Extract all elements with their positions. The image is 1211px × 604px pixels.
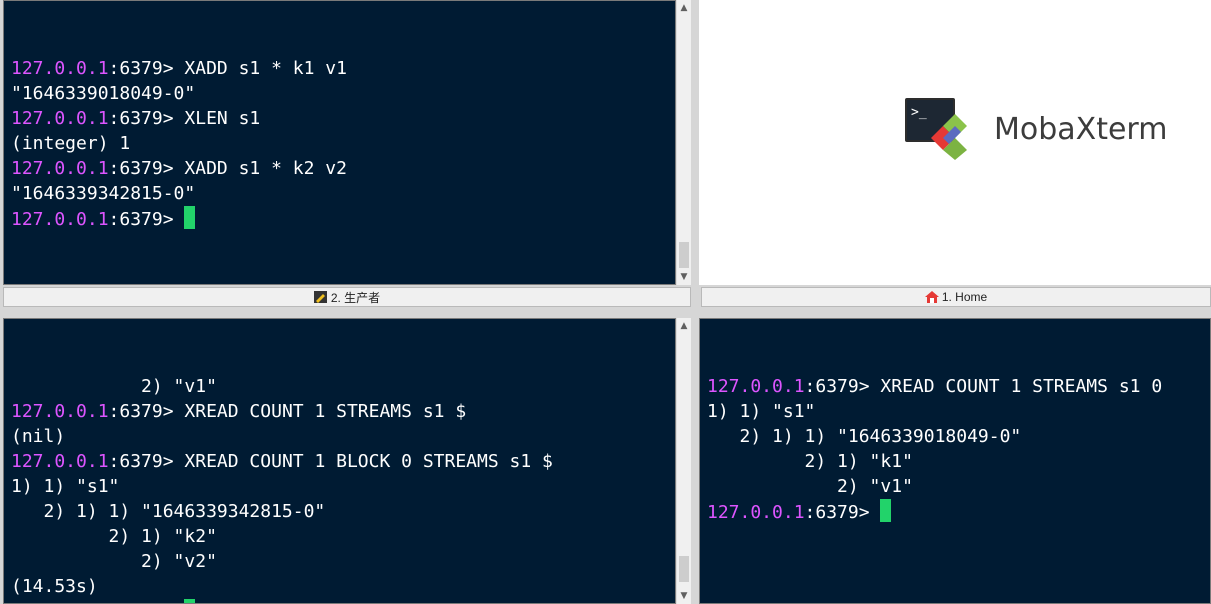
prompt-command: :6379> XADD s1 * k1 v1 bbox=[108, 58, 347, 79]
prompt-command: :6379> XREAD COUNT 1 BLOCK 0 STREAMS s1 … bbox=[108, 451, 553, 472]
pen-icon bbox=[313, 291, 327, 303]
tab-label: 1. Home bbox=[941, 290, 988, 304]
scroll-thumb[interactable] bbox=[679, 242, 689, 268]
prompt-command: :6379> XREAD COUNT 1 STREAMS s1 0 bbox=[804, 376, 1163, 397]
terminal-line: 127.0.0.1:6379> XREAD COUNT 1 STREAMS s1… bbox=[11, 399, 675, 424]
terminal-cursor[interactable] bbox=[184, 206, 196, 229]
command-output: 2) "v2" bbox=[11, 551, 217, 572]
command-output: 2) 1) 1) "1646339342815-0" bbox=[11, 501, 326, 522]
terminal-line: 127.0.0.1:6379> bbox=[707, 499, 1210, 524]
command-output: 2) 1) 1) "1646339018049-0" bbox=[707, 426, 1022, 447]
prompt-command: :6379> XLEN s1 bbox=[108, 108, 261, 129]
terminal-line: 127.0.0.1:6379> XLEN s1 bbox=[11, 106, 675, 131]
home-icon bbox=[924, 291, 939, 303]
prompt-command: :6379> XREAD COUNT 1 STREAMS s1 $ bbox=[108, 401, 467, 422]
terminal-line: (14.53s) bbox=[11, 574, 675, 599]
terminal-pane-consumer-2[interactable]: 127.0.0.1:6379> XREAD COUNT 1 STREAMS s1… bbox=[699, 318, 1211, 604]
terminal-line: 127.0.0.1:6379> bbox=[11, 206, 675, 231]
prompt-host: 127.0.0.1 bbox=[11, 451, 109, 472]
terminal-cursor[interactable] bbox=[880, 499, 892, 522]
scroll-down-arrow-icon[interactable]: ▼ bbox=[677, 588, 691, 604]
terminal-line: 1) 1) "s1" bbox=[707, 399, 1210, 424]
svg-text:>_: >_ bbox=[911, 105, 927, 120]
terminal-pane-consumer-1[interactable]: 2) "v1" 127.0.0.1:6379> XREAD COUNT 1 STR… bbox=[3, 318, 691, 604]
terminal-output[interactable]: 127.0.0.1:6379> XREAD COUNT 1 STREAMS s1… bbox=[699, 318, 1211, 604]
terminal-line: (nil) bbox=[11, 424, 675, 449]
tab-home[interactable]: 1. Home bbox=[701, 287, 1211, 307]
scroll-up-arrow-icon[interactable]: ▲ bbox=[677, 0, 691, 16]
terminal-line: 127.0.0.1:6379> XADD s1 * k1 v1 bbox=[11, 56, 675, 81]
command-output: (nil) bbox=[11, 426, 66, 447]
prompt-host: 127.0.0.1 bbox=[11, 401, 109, 422]
mobaxterm-logo: >_ MobaXterm bbox=[905, 98, 1167, 160]
command-output: 2) "v1" bbox=[707, 476, 913, 497]
scrollbar[interactable]: ▲ ▼ bbox=[676, 318, 691, 604]
scrollbar[interactable]: ▲ ▼ bbox=[676, 0, 691, 285]
terminal-line: 2) 1) 1) "1646339018049-0" bbox=[707, 424, 1210, 449]
terminal-output[interactable]: 2) "v1" 127.0.0.1:6379> XREAD COUNT 1 STR… bbox=[3, 318, 676, 604]
terminal-line: 2) 1) 1) "1646339342815-0" bbox=[11, 499, 675, 524]
prompt-host: 127.0.0.1 bbox=[11, 158, 109, 179]
terminal-lines: 127.0.0.1:6379> XREAD COUNT 1 STREAMS s1… bbox=[707, 374, 1210, 524]
terminal-line: 127.0.0.1:6379> bbox=[11, 599, 675, 603]
tab-producer[interactable]: 2. 生产者 bbox=[3, 287, 691, 307]
prompt-host: 127.0.0.1 bbox=[11, 108, 109, 129]
terminal-line: 1) 1) "s1" bbox=[11, 474, 675, 499]
terminal-line: 127.0.0.1:6379> XREAD COUNT 1 BLOCK 0 ST… bbox=[11, 449, 675, 474]
terminal-line: 2) "v2" bbox=[11, 549, 675, 574]
command-output: 2) 1) "k1" bbox=[707, 451, 913, 472]
prompt-command: :6379> XADD s1 * k2 v2 bbox=[108, 158, 347, 179]
prompt-host: 127.0.0.1 bbox=[11, 209, 109, 230]
command-output: (14.53s) bbox=[11, 576, 98, 597]
terminal-cursor[interactable] bbox=[184, 599, 196, 603]
terminal-line: 2) "v1" bbox=[11, 374, 675, 399]
command-output: "1646339018049-0" bbox=[11, 83, 196, 104]
terminal-lines: 2) "v1" 127.0.0.1:6379> XREAD COUNT 1 STR… bbox=[11, 374, 675, 603]
terminal-line: (integer) 1 bbox=[11, 131, 675, 156]
terminal-lines: 127.0.0.1:6379> XADD s1 * k1 v1 "16463390… bbox=[11, 56, 675, 231]
scroll-down-arrow-icon[interactable]: ▼ bbox=[677, 269, 691, 285]
prompt-host: 127.0.0.1 bbox=[707, 502, 805, 523]
terminal-pane-producer[interactable]: 127.0.0.1:6379> XADD s1 * k1 v1 "16463390… bbox=[3, 0, 691, 285]
scroll-up-arrow-icon[interactable]: ▲ bbox=[677, 318, 691, 334]
terminal-line: "1646339018049-0" bbox=[11, 81, 675, 106]
prompt-command: :6379> bbox=[108, 209, 185, 230]
prompt-host: 127.0.0.1 bbox=[11, 58, 109, 79]
command-output: 1) 1) "s1" bbox=[707, 401, 816, 422]
scroll-thumb[interactable] bbox=[679, 556, 689, 582]
home-pane: >_ MobaXterm bbox=[699, 0, 1211, 285]
terminal-output[interactable]: 127.0.0.1:6379> XADD s1 * k1 v1 "16463390… bbox=[3, 0, 676, 285]
command-output: (integer) 1 bbox=[11, 133, 131, 154]
terminal-line: 2) 1) "k1" bbox=[707, 449, 1210, 474]
command-output: 2) "v1" bbox=[11, 376, 217, 397]
prompt-command: :6379> bbox=[804, 502, 881, 523]
brand-name: MobaXterm bbox=[994, 111, 1168, 147]
mobaxterm-logo-icon: >_ bbox=[905, 98, 967, 160]
command-output: "1646339342815-0" bbox=[11, 183, 196, 204]
terminal-line: 127.0.0.1:6379> XREAD COUNT 1 STREAMS s1… bbox=[707, 374, 1210, 399]
terminal-line: 127.0.0.1:6379> XADD s1 * k2 v2 bbox=[11, 156, 675, 181]
prompt-host: 127.0.0.1 bbox=[707, 376, 805, 397]
terminal-line: "1646339342815-0" bbox=[11, 181, 675, 206]
tab-label: 2. 生产者 bbox=[330, 290, 381, 305]
terminal-line: 2) "v1" bbox=[707, 474, 1210, 499]
terminal-line: 2) 1) "k2" bbox=[11, 524, 675, 549]
command-output: 2) 1) "k2" bbox=[11, 526, 217, 547]
command-output: 1) 1) "s1" bbox=[11, 476, 120, 497]
